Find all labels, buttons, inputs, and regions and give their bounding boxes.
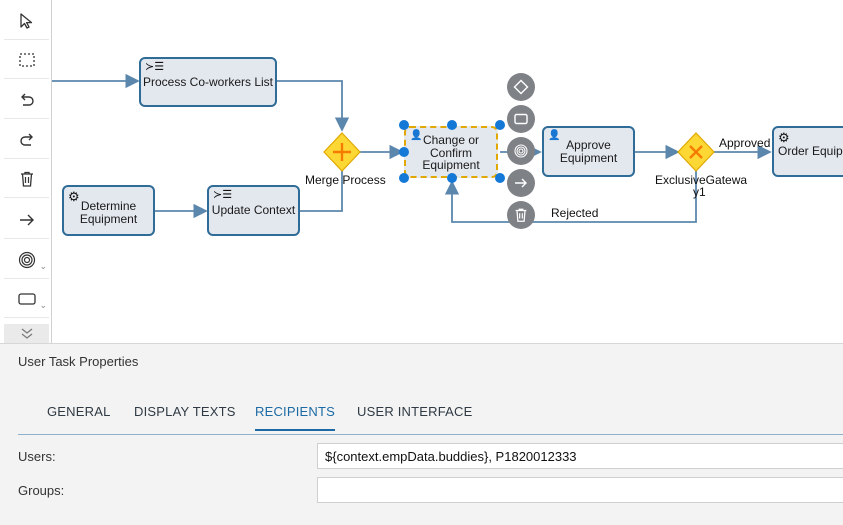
context-add-gateway[interactable] <box>507 73 535 101</box>
user-task-properties-panel: User Task Properties GENERAL DISPLAY TEX… <box>0 343 843 525</box>
context-add-connector[interactable] <box>507 169 535 197</box>
task-determine-equipment[interactable]: ⚙ Determine Equipment <box>62 185 155 236</box>
resize-handle[interactable] <box>399 147 409 157</box>
task-tool[interactable]: ⌄ <box>4 280 49 318</box>
task-update-context[interactable]: ≻☰ Update Context <box>207 185 300 236</box>
chevron-down-icon[interactable]: ⌄ <box>39 300 47 311</box>
script-task-icon: ≻☰ <box>213 189 233 201</box>
select-pointer-tool[interactable] <box>4 2 49 40</box>
task-label: Update Context <box>211 203 296 218</box>
event-icon <box>18 251 35 268</box>
task-label: Process Co-workers List <box>142 74 274 89</box>
delete-icon <box>20 171 33 187</box>
task-label: Determine Equipment <box>79 198 138 226</box>
context-delete[interactable] <box>507 201 535 229</box>
gateway-diamond-icon <box>513 79 529 95</box>
panel-title: User Task Properties <box>18 354 139 369</box>
event-icon <box>514 144 528 158</box>
properties-tabs: GENERAL DISPLAY TEXTS RECIPIENTS USER IN… <box>18 396 843 435</box>
editor-toolbar: ⌄ ⌄ <box>0 0 52 343</box>
undo-icon <box>20 93 34 106</box>
gear-icon: ⚙ <box>68 189 80 204</box>
merge-gateway-label: Merge Process <box>305 173 386 187</box>
resize-handle[interactable] <box>495 120 505 130</box>
exclusive-gateway[interactable] <box>677 132 715 172</box>
tab-recipients[interactable]: RECIPIENTS <box>255 404 336 431</box>
merge-gateway[interactable] <box>323 132 361 172</box>
task-process-coworkers-list[interactable]: ≻☰ Process Co-workers List <box>139 57 277 107</box>
context-add-event[interactable] <box>507 137 535 165</box>
task-approve-equipment[interactable]: 👤 Approve Equipment <box>542 126 635 177</box>
tab-general[interactable]: GENERAL <box>47 404 111 419</box>
expand-more-icon <box>21 328 32 339</box>
connector-tool[interactable] <box>4 201 49 239</box>
marquee-select-icon <box>18 52 35 67</box>
flow-coworkers-to-merge <box>276 80 350 132</box>
resize-handle[interactable] <box>447 120 457 130</box>
resize-handle[interactable] <box>495 173 505 183</box>
task-label: Order Equipme <box>778 144 843 159</box>
users-input[interactable] <box>317 443 843 469</box>
user-task-icon: 👤 <box>548 130 561 141</box>
resize-handle[interactable] <box>447 173 457 183</box>
connector-arrow-icon <box>515 178 527 188</box>
expand-more-tool[interactable] <box>4 324 49 343</box>
resize-handle[interactable] <box>399 120 409 130</box>
tab-display-texts[interactable]: DISPLAY TEXTS <box>134 404 236 419</box>
redo-icon <box>19 133 33 146</box>
process-canvas[interactable]: ≻☰ Process Co-workers List ⚙ Determine E… <box>52 0 843 343</box>
exclusive-gateway-label-cont: y1 <box>693 185 706 199</box>
resize-handle[interactable] <box>399 173 409 183</box>
delete-icon <box>515 208 527 222</box>
groups-input[interactable] <box>317 477 843 503</box>
users-label: Users: <box>18 449 56 464</box>
marquee-select-tool[interactable] <box>4 41 49 79</box>
user-task-icon: 👤 <box>410 130 423 141</box>
select-pointer-icon <box>19 12 32 29</box>
task-icon <box>514 113 528 125</box>
context-add-task[interactable] <box>507 105 535 133</box>
groups-label: Groups: <box>18 483 65 498</box>
task-change-or-confirm-equipment[interactable]: 👤 Change or Confirm Equipment <box>404 126 498 178</box>
task-label: Change or Confirm Equipment <box>422 133 480 173</box>
gear-icon: ⚙ <box>778 130 790 145</box>
task-order-equipment[interactable]: ⚙ Order Equipme <box>772 126 843 177</box>
undo-tool[interactable] <box>4 81 49 119</box>
approved-flow-label: Approved <box>719 136 771 150</box>
task-icon <box>17 292 36 305</box>
redo-tool[interactable] <box>4 121 49 159</box>
event-tool[interactable]: ⌄ <box>4 241 49 279</box>
script-task-icon: ≻☰ <box>145 61 165 73</box>
chevron-down-icon[interactable]: ⌄ <box>39 261 47 272</box>
rejected-flow-label: Rejected <box>551 206 599 220</box>
task-label: Approve Equipment <box>559 137 618 165</box>
delete-tool[interactable] <box>4 160 49 198</box>
connector-arrow-icon <box>19 214 34 225</box>
tab-user-interface[interactable]: USER INTERFACE <box>357 404 472 419</box>
